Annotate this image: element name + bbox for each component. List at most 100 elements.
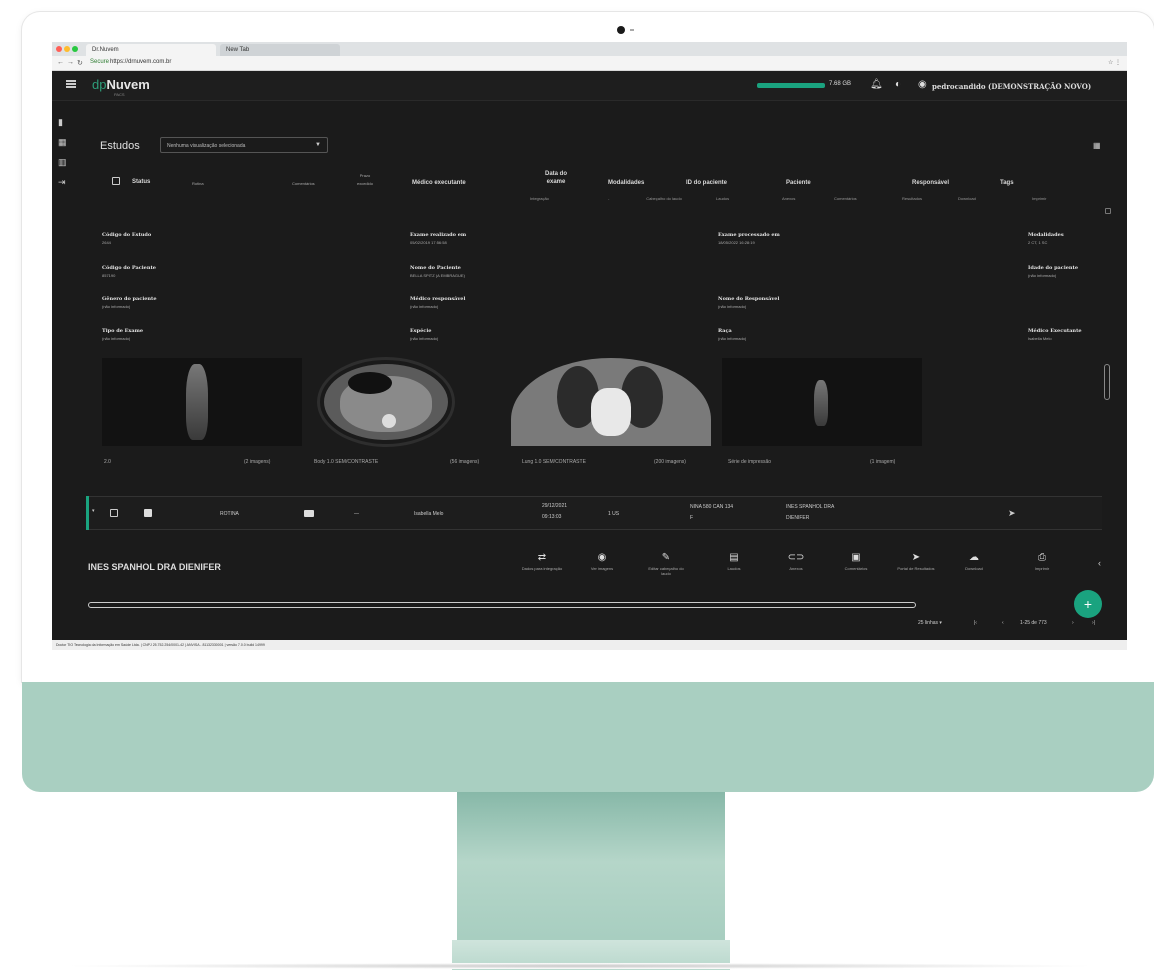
monitor-mockup: Dr.Nuvem New Tab ← → ↻ Secure https://dr… (0, 0, 1154, 973)
field-label-raca: Raça (718, 328, 732, 334)
field-value-codigo-paciente: 857190 (102, 273, 116, 278)
pencil-icon: ✎ (661, 552, 671, 563)
forward-icon[interactable]: → (67, 59, 74, 66)
monitor-shadow (60, 963, 1100, 969)
app-logo[interactable]: dpNuvem (92, 77, 150, 92)
back-icon[interactable]: ← (57, 59, 64, 66)
field-label-nome-paciente: Nome do Paciente (410, 265, 461, 271)
action-laudos-button[interactable]: ▤ Laudos (712, 552, 756, 571)
series-thumbnail[interactable] (320, 360, 452, 444)
ct-gas-region (348, 372, 392, 394)
tab-new-tab[interactable]: New Tab (220, 44, 340, 56)
documents-icon[interactable]: ▮ (58, 117, 68, 127)
mail-icon[interactable] (304, 510, 314, 517)
series-thumbnail[interactable] (722, 358, 922, 446)
column-tags[interactable]: Tags (1000, 179, 1014, 187)
action-portal-resultados-button[interactable]: ➤ Portal de Resultados (894, 552, 938, 571)
column-comentarios[interactable]: Comentários (292, 180, 315, 188)
column-responsavel[interactable]: Responsável (912, 179, 949, 187)
hamburger-menu-icon[interactable] (66, 80, 76, 88)
selected-patient-name: INES SPANHOL DRA DIENIFER (88, 562, 221, 572)
url-input[interactable]: https://drnuvem.com.br (110, 59, 171, 65)
bell-icon[interactable]: 🔔︎ (870, 79, 883, 90)
page-title: Estudos (100, 140, 140, 152)
action-anexos-button[interactable]: ⊂⊃ Anexos (774, 552, 818, 571)
browser-menu-icon[interactable]: ☆ ⋮ (1108, 59, 1121, 66)
field-value-genero: (não informado) (102, 304, 131, 309)
tag-icon[interactable]: ➤ (1008, 508, 1016, 519)
field-label-modalidades: Modalidades (1028, 232, 1064, 238)
action-label: Imprimir (1034, 566, 1050, 571)
add-fab-button[interactable]: + (1074, 590, 1102, 618)
horizontal-scrollbar[interactable] (88, 602, 916, 608)
maximize-window-icon[interactable] (72, 46, 78, 52)
field-label-exame-processado: Exame processado em (718, 232, 780, 238)
select-all-checkbox[interactable] (112, 177, 120, 185)
grid-view-icon[interactable]: ▦ (1093, 141, 1101, 150)
theme-icon[interactable]: ◐ (895, 79, 901, 90)
column-data[interactable]: Data do exame (536, 170, 576, 186)
chevron-left-icon[interactable]: ‹ (1098, 558, 1101, 568)
series-thumbnail[interactable] (511, 358, 711, 446)
document-icon: ▤ (729, 552, 739, 563)
column-prazo[interactable]: Prazo excedido (352, 172, 378, 188)
column-rotina[interactable]: Rotina (192, 180, 204, 188)
action-label: Comentários (844, 566, 868, 571)
column-id-paciente[interactable]: ID do paciente (686, 179, 727, 187)
first-page-icon[interactable]: |‹ (974, 620, 977, 626)
row-prazo: — (354, 511, 359, 517)
rows-per-page-select[interactable]: 25 linhas ▾ (918, 620, 942, 626)
row-checkbox[interactable] (110, 509, 118, 517)
browser-tabbar: Dr.Nuvem New Tab (52, 42, 1127, 56)
action-editar-cabecalho-button[interactable]: ✎ Editar cabeçalho do laudo (644, 552, 688, 576)
column-medico[interactable]: Médico executante (412, 179, 466, 187)
series-name: Lung 1.0 SEM/CONTRASTE (522, 459, 586, 465)
action-download-button[interactable]: ☁ Download (952, 552, 996, 571)
column-status[interactable]: Status (132, 178, 150, 186)
chevron-down-icon: ▼ (315, 142, 321, 148)
comment-icon: ▣ (851, 552, 861, 563)
action-label: Editar cabeçalho do laudo (648, 566, 684, 576)
reload-icon[interactable]: ↻ (77, 59, 83, 67)
footer-text: Doctor TIO Tecnologia da Informação em S… (52, 640, 1127, 650)
eye-icon: ◉ (597, 552, 607, 563)
subheader-integracao: Integração (530, 196, 549, 201)
last-page-icon[interactable]: ›| (1092, 620, 1095, 626)
expand-icon[interactable]: ▾ (92, 508, 95, 514)
xray-image (814, 380, 828, 426)
field-value-codigo-estudo: 2644 (102, 240, 111, 245)
series-count: (200 imagens) (654, 459, 686, 465)
action-comentarios-button[interactable]: ▣ Comentários (834, 552, 878, 571)
view-select[interactable]: Nenhuma visualização selecionada ▼ (160, 137, 328, 153)
action-imprimir-button[interactable]: ⎙ Imprimir (1020, 552, 1064, 571)
field-label-especie: Espécie (410, 328, 432, 334)
minimize-window-icon[interactable] (64, 46, 70, 52)
logout-icon[interactable]: ⇥ (58, 177, 68, 187)
app-header: dpNuvem PACS 7.68 GB 🔔︎ ◐ ◉ pedrocandido… (52, 71, 1127, 101)
series-name: Body 1.0 SEM/CONTRASTE (314, 459, 379, 465)
field-label-exame-realizado: Exame realizado em (410, 232, 467, 238)
action-ver-imagens-button[interactable]: ◉ Ver imagens (580, 552, 624, 571)
account-icon[interactable]: ◉ (918, 79, 927, 90)
user-name[interactable]: pedrocandido (DEMONSTRAÇÃO NOVO) (932, 82, 1091, 91)
ct-mediastinum (591, 388, 631, 436)
row-rotina: ROTINA (220, 511, 239, 517)
tab-drnuvem[interactable]: Dr.Nuvem (86, 44, 216, 56)
column-modalidades[interactable]: Modalidades (608, 179, 644, 187)
folders-icon[interactable]: ▥ (58, 157, 68, 167)
subheader-anexos: Anexos (782, 196, 796, 201)
series-thumbnail[interactable] (102, 358, 302, 446)
subheader-dash: - (608, 196, 610, 201)
field-value-tipo-exame: (não informado) (102, 336, 131, 341)
prev-page-icon[interactable]: ‹ (1002, 620, 1004, 626)
xray-image (186, 364, 208, 440)
header-scroll-handle[interactable] (1105, 208, 1111, 214)
row-modalidade: 1 US (608, 511, 620, 517)
series-name: 2.0 (104, 459, 111, 465)
next-page-icon[interactable]: › (1072, 620, 1074, 626)
column-paciente[interactable]: Paciente (786, 179, 811, 187)
action-integracao-button[interactable]: ⇄ Dados para integração (520, 552, 564, 571)
close-window-icon[interactable] (56, 46, 62, 52)
details-scrollbar[interactable] (1104, 364, 1110, 400)
dashboard-icon[interactable]: ▦ (58, 137, 68, 147)
